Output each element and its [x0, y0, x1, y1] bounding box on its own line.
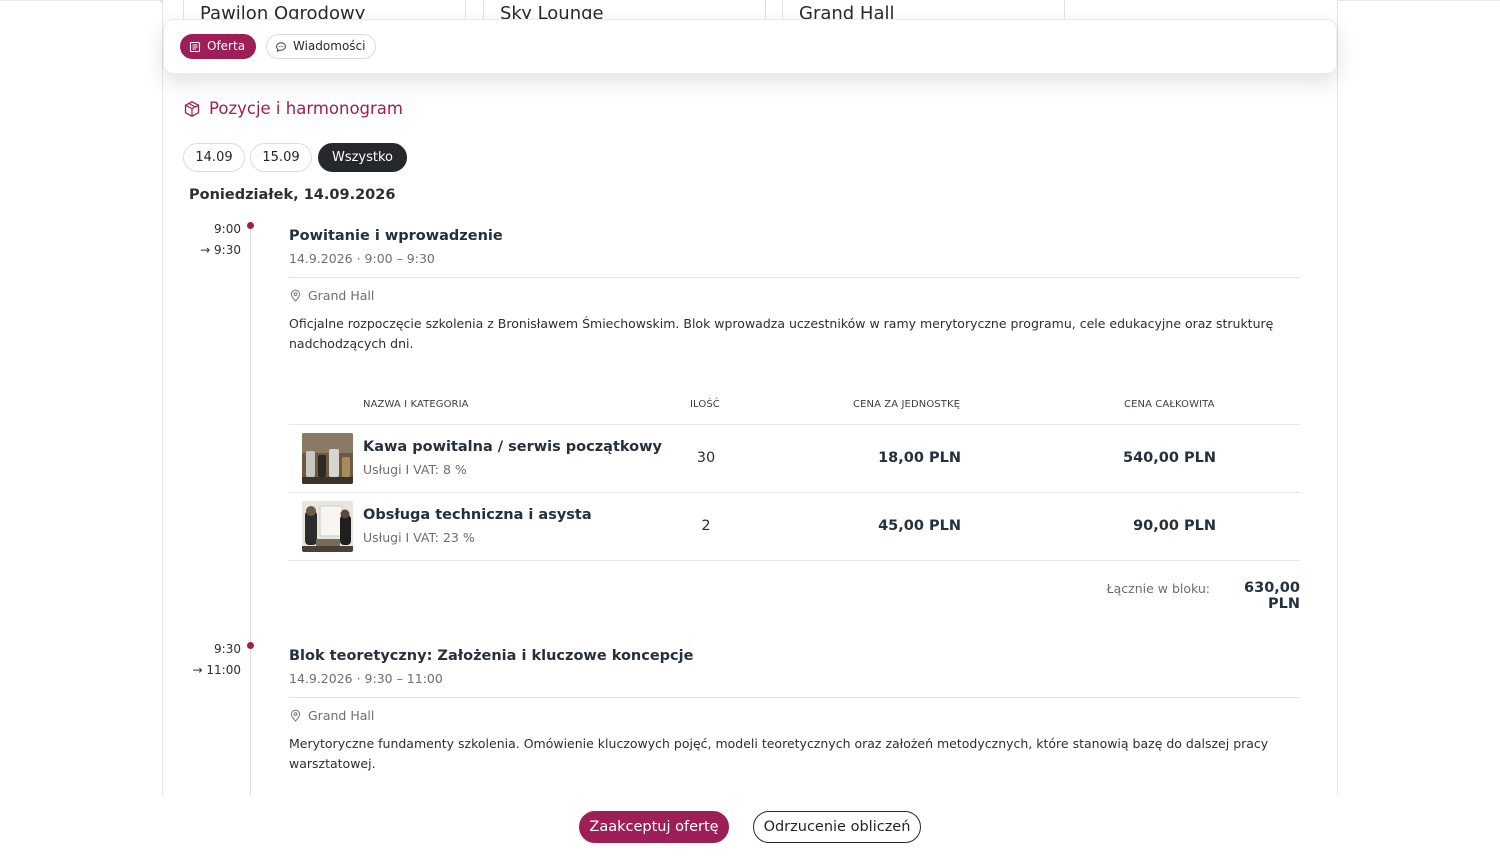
block-title: Powitanie i wprowadzenie	[289, 228, 503, 244]
location-pin-icon	[290, 289, 301, 302]
box-icon	[184, 100, 200, 117]
venue-card[interactable]: Grand Hall	[782, 0, 1065, 20]
location-pin-icon	[290, 709, 301, 722]
block-start-time: 9:30	[214, 642, 241, 656]
accept-offer-button[interactable]: Zaakceptuj ofertę	[579, 811, 729, 843]
venue-card[interactable]: Sky Lounge	[483, 0, 766, 20]
block-location: Grand Hall	[289, 288, 374, 303]
block-location: Grand Hall	[289, 708, 374, 723]
block-datetime: 14.9.2026 · 9:30 – 11:00	[289, 671, 443, 686]
tab-oferta[interactable]: Oferta	[180, 34, 257, 59]
item-category-vat: Usługi I VAT: 23 %	[363, 530, 475, 545]
col-header-unit-price: CENA ZA JEDNOSTKĘ	[853, 399, 961, 410]
tabs-bar: Oferta Wiadomości	[163, 19, 1337, 74]
location-name: Grand Hall	[308, 288, 375, 303]
divider	[289, 697, 1300, 698]
timeline-dot	[247, 222, 254, 229]
date-filter-15-09[interactable]: 15.09	[250, 143, 312, 172]
item-quantity: 30	[696, 450, 716, 466]
date-filter-14-09[interactable]: 14.09	[183, 143, 245, 172]
item-category-vat: Usługi I VAT: 8 %	[363, 462, 467, 477]
block-total-label: Łącznie w bloku:	[1106, 581, 1210, 596]
timeline-dot	[247, 642, 254, 649]
block-end-time: → 9:30	[200, 243, 241, 257]
venue-name: Pawilon Ogrodowy	[200, 3, 366, 21]
col-header-total: CENA CAŁKOWITA	[1124, 399, 1215, 410]
chat-bubble-icon	[276, 41, 286, 52]
tab-label: Oferta	[207, 39, 246, 53]
location-name: Grand Hall	[308, 708, 375, 723]
block-start-time: 9:00	[214, 222, 241, 236]
tab-label: Wiadomości	[293, 39, 366, 53]
day-heading: Poniedziałek, 14.09.2026	[189, 187, 396, 203]
tab-wiadomosci[interactable]: Wiadomości	[266, 34, 377, 59]
table-row-divider	[289, 560, 1300, 561]
venue-name: Grand Hall	[799, 3, 895, 21]
item-total-price: 540,00 PLN	[1122, 450, 1216, 466]
item-thumbnail	[302, 433, 353, 484]
date-filter-all[interactable]: Wszystko	[318, 143, 407, 172]
block-title: Blok teoretyczny: Założenia i kluczowe k…	[289, 648, 694, 664]
section-heading: Pozycje i harmonogram	[183, 99, 403, 118]
document-icon	[189, 41, 201, 52]
block-end-time: → 11:00	[192, 663, 241, 677]
table-row-divider	[289, 492, 1300, 493]
divider	[289, 277, 1300, 278]
timeline-line	[250, 228, 251, 795]
section-title: Pozycje i harmonogram	[209, 99, 403, 118]
item-unit-price: 18,00 PLN	[878, 450, 961, 466]
block-description: Oficjalne rozpoczęcie szkolenia z Bronis…	[289, 316, 1274, 351]
item-name: Kawa powitalna / serwis początkowy	[363, 439, 662, 455]
block-total-value: 630,00 PLN	[1244, 580, 1300, 612]
venue-strip: Pawilon Ogrodowy Sky Lounge Grand Hall	[183, 0, 1083, 20]
item-quantity: 2	[701, 518, 711, 534]
venue-card[interactable]: Pawilon Ogrodowy	[183, 0, 466, 20]
item-thumbnail	[302, 501, 353, 552]
table-header-divider	[289, 424, 1300, 425]
venue-name: Sky Lounge	[500, 3, 604, 21]
block-datetime: 14.9.2026 · 9:00 – 9:30	[289, 251, 435, 266]
item-name: Obsługa techniczna i asysta	[363, 507, 592, 523]
block-description: Merytoryczne fundamenty szkolenia. Omówi…	[289, 736, 1269, 771]
item-unit-price: 45,00 PLN	[878, 518, 961, 534]
col-header-qty: ILOŚĆ	[690, 399, 720, 410]
reject-calculation-button[interactable]: Odrzucenie obliczeń	[753, 811, 921, 843]
col-header-name: NAZWA I KATEGORIA	[363, 399, 469, 410]
item-total-price: 90,00 PLN	[1133, 518, 1216, 534]
